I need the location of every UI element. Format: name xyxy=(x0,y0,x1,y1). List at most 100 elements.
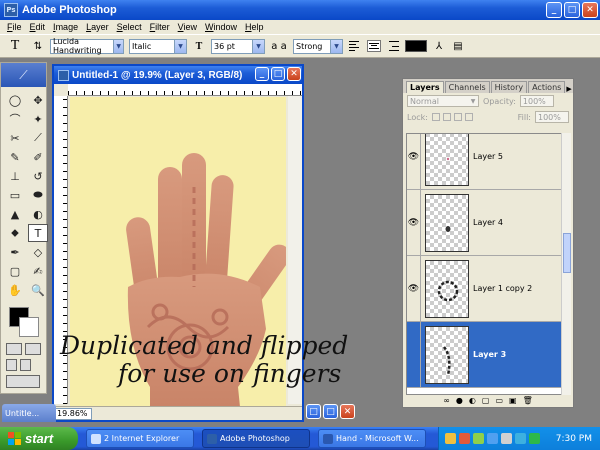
antialias-select[interactable]: Strong ▼ xyxy=(293,38,343,54)
menu-select[interactable]: Select xyxy=(113,22,146,32)
adjustment-layer-icon[interactable]: ◐ xyxy=(469,396,476,405)
font-size-select[interactable]: 36 pt ▼ xyxy=(211,38,265,54)
zoom-field[interactable]: 19.86% xyxy=(54,407,92,420)
minimized-document-window[interactable]: Untitle... xyxy=(2,404,56,422)
background-color[interactable] xyxy=(19,317,39,337)
layer-row-layer-5[interactable]: 👁 Layer 5 xyxy=(407,134,561,190)
taskbar-item-internet-explorer[interactable]: 2 Internet Explorer xyxy=(86,429,194,448)
palettes-icon[interactable]: ▤ xyxy=(451,39,465,53)
hand-tool-icon[interactable]: ✋ xyxy=(5,281,25,299)
restore-button[interactable]: □ xyxy=(564,2,580,18)
pen-tool-icon[interactable]: ✒ xyxy=(5,243,25,261)
lock-position-icon[interactable] xyxy=(453,113,462,121)
layer-row-layer-1-copy-2[interactable]: 👁 Layer 1 copy 2 xyxy=(407,256,561,322)
layer-mask-icon[interactable]: ▢ xyxy=(482,396,490,405)
menu-edit[interactable]: Edit xyxy=(26,22,50,32)
opacity-field[interactable]: 100% xyxy=(519,95,554,107)
align-center-icon[interactable] xyxy=(367,40,381,52)
taskbar-item-photoshop[interactable]: Adobe Photoshop xyxy=(202,429,310,448)
visibility-eye-icon[interactable]: 👁 xyxy=(407,256,421,321)
minimize-button[interactable]: _ xyxy=(546,2,562,18)
zoom-tool-icon[interactable]: 🔍 xyxy=(28,281,48,299)
align-left-icon[interactable] xyxy=(348,40,362,52)
notes-tool-icon[interactable]: ▢ xyxy=(5,262,25,280)
start-button[interactable]: start xyxy=(0,427,78,450)
shape-tool-icon[interactable]: ◇ xyxy=(28,243,48,261)
layers-scroll-thumb[interactable] xyxy=(563,233,571,273)
screen-mode-1-button[interactable] xyxy=(6,359,17,371)
doc-minimize-button[interactable]: _ xyxy=(255,67,269,81)
mini-restore-button[interactable]: □ xyxy=(306,404,321,419)
magic-wand-tool-icon[interactable]: ✦ xyxy=(28,110,48,128)
menu-filter[interactable]: Filter xyxy=(146,22,174,32)
jump-to-imageready-button[interactable] xyxy=(6,375,40,388)
marquee-tool-icon[interactable]: ◯ xyxy=(5,91,25,109)
menu-file[interactable]: File xyxy=(3,22,26,32)
text-orientation-icon[interactable]: ⇅ xyxy=(31,39,45,53)
blur-tool-icon[interactable]: ▲ xyxy=(5,205,25,223)
crop-tool-icon[interactable]: ✂ xyxy=(5,129,25,147)
tray-icon-1[interactable] xyxy=(445,433,456,444)
path-select-tool-icon[interactable]: ⬥ xyxy=(5,224,25,242)
brush-tool-icon[interactable]: ✐ xyxy=(28,148,48,166)
layers-scrollbar[interactable] xyxy=(561,133,571,395)
lock-all-icon[interactable] xyxy=(464,113,473,121)
quick-mask-button[interactable] xyxy=(25,343,41,355)
volume-icon[interactable] xyxy=(501,433,512,444)
menu-window[interactable]: Window xyxy=(201,22,241,32)
standard-mode-button[interactable] xyxy=(6,343,22,355)
history-brush-tool-icon[interactable]: ↺ xyxy=(28,167,48,185)
menu-image[interactable]: Image xyxy=(49,22,82,32)
tab-history[interactable]: History xyxy=(490,81,528,93)
layer-name: Layer 3 xyxy=(473,350,507,359)
warp-text-icon[interactable]: ⅄ xyxy=(432,39,446,53)
text-color-swatch[interactable] xyxy=(405,40,427,52)
type-tool-icon[interactable]: T xyxy=(28,224,48,242)
stamp-tool-icon[interactable]: ⊥ xyxy=(5,167,25,185)
mini-close-button[interactable]: ✕ xyxy=(340,404,355,419)
doc-maximize-button[interactable]: □ xyxy=(271,67,285,81)
palette-menu-icon[interactable]: ▶ xyxy=(566,85,571,93)
tab-channels[interactable]: Channels xyxy=(444,81,490,93)
layer-style-icon[interactable]: ● xyxy=(456,396,463,405)
slice-tool-icon[interactable]: ⟋ xyxy=(28,129,48,147)
tray-icon-2[interactable] xyxy=(459,433,470,444)
menu-help[interactable]: Help xyxy=(241,22,268,32)
menu-layer[interactable]: Layer xyxy=(82,22,113,32)
lock-pixels-icon[interactable] xyxy=(442,113,451,121)
menu-view[interactable]: View xyxy=(174,22,201,32)
dodge-tool-icon[interactable]: ◐ xyxy=(28,205,48,223)
delete-layer-icon[interactable]: 🗑 xyxy=(523,396,533,405)
move-tool-icon[interactable]: ✥ xyxy=(28,91,48,109)
blend-mode-select[interactable]: Normal ▼ xyxy=(407,95,479,107)
visibility-eye-icon[interactable]: 👁 xyxy=(407,134,421,189)
type-tool-preset-icon[interactable]: T xyxy=(4,38,26,54)
network-icon[interactable] xyxy=(515,433,526,444)
close-button[interactable]: ✕ xyxy=(582,2,598,18)
layer-row-layer-4[interactable]: 👁 Layer 4 xyxy=(407,190,561,256)
align-right-icon[interactable] xyxy=(386,40,400,52)
feather-logo-icon[interactable]: ⟋ xyxy=(1,63,46,87)
visibility-eye-icon[interactable]: 👁 xyxy=(407,190,421,255)
screen-mode-2-button[interactable] xyxy=(20,359,31,371)
taskbar-item-word[interactable]: Hand - Microsoft W... xyxy=(318,429,426,448)
tray-icon-4[interactable] xyxy=(487,433,498,444)
tab-layers[interactable]: Layers xyxy=(406,81,444,93)
new-group-icon[interactable]: ▭ xyxy=(495,396,503,405)
link-layers-icon[interactable]: ∞ xyxy=(443,396,450,405)
lock-transparency-icon[interactable] xyxy=(431,113,440,121)
tab-actions[interactable]: Actions xyxy=(528,81,566,93)
lasso-tool-icon[interactable]: ⌒ xyxy=(5,110,25,128)
security-icon[interactable] xyxy=(529,433,540,444)
fill-field[interactable]: 100% xyxy=(535,111,569,123)
font-style-select[interactable]: Italic ▼ xyxy=(129,38,187,54)
eraser-tool-icon[interactable]: ▭ xyxy=(5,186,25,204)
doc-close-button[interactable]: ✕ xyxy=(287,67,301,81)
font-family-select[interactable]: Lucida Handwriting ▼ xyxy=(50,37,124,55)
mini-maximize-button[interactable]: □ xyxy=(323,404,338,419)
eyedropper-tool-icon[interactable]: ✍ xyxy=(28,262,48,280)
healing-brush-tool-icon[interactable]: ✎ xyxy=(5,148,25,166)
tray-icon-3[interactable] xyxy=(473,433,484,444)
new-layer-icon[interactable]: ▣ xyxy=(509,396,517,405)
gradient-tool-icon[interactable]: ⬬ xyxy=(28,186,48,204)
